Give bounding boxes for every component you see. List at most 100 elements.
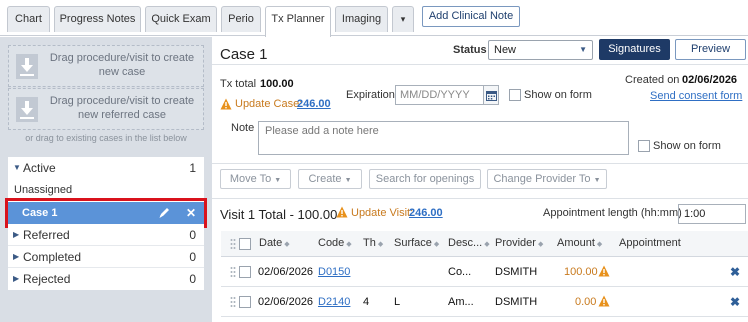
move-to-button[interactable]: Move To ▼ [220, 169, 291, 189]
group-label: Referred [23, 228, 70, 242]
created-on-value: 02/06/2026 [682, 74, 738, 86]
col-amount-label: Amount [557, 237, 595, 249]
col-date[interactable]: Date ◆ [259, 237, 290, 249]
cell-code-link[interactable]: D0150 [318, 266, 350, 278]
tab-quick-exam[interactable]: Quick Exam [145, 6, 217, 32]
note-show-on-form-label: Show on form [653, 140, 721, 152]
change-provider-button[interactable]: Change Provider To ▼ [487, 169, 607, 189]
drop-new-referred-zone[interactable]: Drag procedure/visit to create new refer… [8, 88, 204, 130]
tab-progress-notes[interactable]: Progress Notes [54, 6, 141, 32]
update-visit-label: Update Visit: [351, 207, 414, 219]
case-list-panel: Drag procedure/visit to create new case … [0, 37, 212, 322]
expiration-input[interactable]: MM/DD/YYYY [395, 85, 487, 105]
group-rejected[interactable]: ▶ Rejected 0 [8, 268, 204, 290]
caret-right-icon: ▶ [13, 252, 20, 261]
caret-right-icon: ▶ [13, 230, 20, 239]
tab-perio[interactable]: Perio [221, 6, 261, 32]
drag-handle-icon[interactable] [230, 296, 236, 308]
status-label: Status [453, 44, 487, 56]
col-amount[interactable]: Amount ◆ [557, 237, 602, 249]
more-tabs-button[interactable]: ▾ [392, 6, 414, 32]
col-date-label: Date [259, 237, 283, 249]
status-value: New [494, 44, 517, 56]
send-consent-form-link[interactable]: Send consent form [650, 90, 742, 102]
col-code[interactable]: Code ◆ [318, 237, 352, 249]
procedure-table-header: Date ◆ Code ◆ Th ◆ Surface ◆ Desc... ◆ Provid… [221, 231, 748, 257]
expiration-label: Expiration [346, 89, 395, 101]
tx-total-value: 100.00 [260, 78, 294, 90]
cell-provider: DSMITH [495, 296, 538, 308]
visit-divider [212, 198, 748, 199]
create-label: Create [308, 173, 342, 185]
note-placeholder: Please add a note here [265, 125, 379, 137]
warning-icon [598, 265, 610, 277]
update-case-link[interactable]: 246.00 [297, 98, 331, 110]
tab-label: Perio [228, 13, 254, 25]
delete-row-icon[interactable]: ✖ [730, 295, 740, 309]
col-appointment-label: Appointment [619, 237, 681, 249]
select-all-checkbox[interactable] [239, 238, 251, 250]
drag-down-icon [16, 54, 38, 79]
sort-icon: ◆ [346, 241, 352, 248]
row-checkbox[interactable] [239, 296, 251, 308]
cell-desc: Am... [448, 296, 474, 308]
show-on-form-checkbox[interactable] [509, 89, 521, 101]
col-desc[interactable]: Desc... ◆ [448, 237, 490, 249]
group-label: Completed [23, 250, 82, 264]
case-title: Case 1 [220, 46, 268, 63]
cell-amount: 0.00 [575, 296, 597, 308]
col-th[interactable]: Th ◆ [363, 237, 383, 249]
group-completed[interactable]: ▶ Completed 0 [8, 246, 204, 268]
group-referred[interactable]: ▶ Referred 0 [8, 224, 204, 246]
sort-icon: ◆ [284, 241, 290, 248]
col-th-label: Th [363, 237, 376, 249]
calendar-button[interactable] [483, 85, 499, 105]
table-row[interactable]: 02/06/2026 D0150 Co... DSMITH 100.00 ✖ [221, 258, 748, 287]
add-clinical-note-button[interactable]: Add Clinical Note [422, 6, 520, 27]
chevron-down-icon: ▼ [274, 177, 282, 184]
col-provider[interactable]: Provider ◆ [495, 237, 543, 249]
group-count: 0 [189, 250, 196, 264]
drop-new-case-zone[interactable]: Drag procedure/visit to create new case [8, 45, 204, 87]
tab-imaging[interactable]: Imaging [335, 6, 388, 32]
appointment-length-input[interactable]: 1:00 [678, 204, 746, 224]
drag-handle-icon[interactable] [230, 238, 236, 250]
group-active[interactable]: ▼ Active 1 [8, 157, 204, 179]
group-label: Rejected [23, 272, 71, 286]
search-openings-button[interactable]: Search for openings [369, 169, 481, 189]
status-select[interactable]: New ▼ [488, 40, 593, 60]
signatures-button[interactable]: Signatures [599, 39, 670, 60]
chevron-down-icon: ▼ [579, 45, 587, 54]
sort-icon: ◆ [596, 241, 603, 248]
table-row[interactable]: 02/06/2026 D2140 4 L Am... DSMITH 0.00 ✖ [221, 288, 748, 317]
col-code-label: Code [318, 237, 345, 249]
chevron-down-icon: ▼ [344, 177, 352, 184]
row-checkbox[interactable] [239, 266, 251, 278]
warning-icon [220, 98, 232, 110]
tab-chart[interactable]: Chart [7, 6, 50, 32]
appointment-length-label: Appointment length (hh:mm) [543, 207, 682, 219]
chevron-down-icon: ▾ [400, 14, 406, 24]
col-surface-label: Surface [394, 237, 432, 249]
drag-handle-icon[interactable] [230, 266, 236, 278]
sort-icon: ◆ [537, 241, 544, 248]
preview-button[interactable]: Preview [675, 39, 746, 60]
sort-icon: ◆ [484, 241, 490, 248]
create-button[interactable]: Create ▼ [298, 169, 362, 189]
warning-icon [598, 295, 610, 307]
update-visit-link[interactable]: 246.00 [409, 207, 443, 219]
group-label: Active [23, 161, 56, 175]
note-show-on-form-checkbox[interactable] [638, 140, 650, 152]
cell-code-link[interactable]: D2140 [318, 296, 350, 308]
show-on-form-label: Show on form [524, 89, 592, 101]
delete-row-icon[interactable]: ✖ [730, 265, 740, 279]
calendar-icon [486, 91, 497, 101]
col-appointment: Appointment [619, 237, 681, 249]
col-surface[interactable]: Surface ◆ [394, 237, 439, 249]
drag-hint: or drag to existing cases in the list be… [25, 133, 187, 143]
tab-label: Chart [15, 13, 42, 25]
note-textarea[interactable]: Please add a note here [258, 121, 629, 155]
toolbar-divider [212, 163, 748, 164]
tab-tx-planner[interactable]: Tx Planner [265, 6, 331, 37]
tab-bar: Chart Progress Notes Quick Exam Perio Tx… [0, 0, 748, 37]
